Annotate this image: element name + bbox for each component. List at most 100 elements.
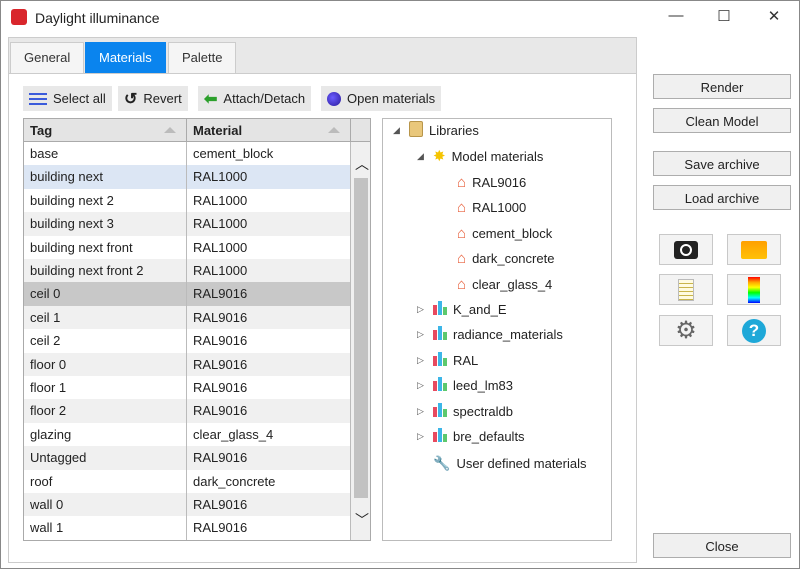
tree-item-material[interactable]: ⌂ RAL9016	[441, 172, 526, 192]
report-button[interactable]	[659, 274, 713, 305]
table-row[interactable]: wall 1 RAL9016	[24, 516, 351, 540]
table-row[interactable]: building next front 2 RAL1000	[24, 259, 351, 283]
window-title: Daylight illuminance	[35, 10, 160, 26]
table-row[interactable]: floor 2 RAL9016	[24, 399, 351, 423]
tree-item-library[interactable]: ▷ spectraldb	[417, 401, 513, 421]
camera-button[interactable]	[659, 234, 713, 265]
chevron-up-icon[interactable]: ︿	[355, 154, 369, 174]
library-tree: ◢ Libraries ◢ ✸ Model materials ⌂ RAL9016 ⌂ RAL1…	[382, 118, 612, 541]
material-icon: ⌂	[457, 199, 467, 216]
table-row[interactable]: floor 0 RAL9016	[24, 352, 351, 376]
color-scale-icon	[748, 276, 760, 303]
tree-item-model-materials[interactable]: ◢ ✸ Model materials	[417, 146, 543, 166]
tree-item-label: Model materials	[451, 148, 544, 164]
revert-label: Revert	[143, 91, 182, 106]
tag-cell: Untagged	[24, 446, 187, 470]
table-row[interactable]: ceil 0 RAL9016	[24, 282, 351, 306]
material-cell: RAL1000	[187, 212, 351, 236]
column-header-tag[interactable]: Tag	[24, 119, 187, 142]
chevron-down-icon[interactable]: ﹀	[355, 510, 369, 530]
table-row[interactable]: floor 1 RAL9016	[24, 376, 351, 400]
attach-detach-button[interactable]: ⬅ Attach/Detach	[198, 86, 312, 111]
expand-icon[interactable]: ▷	[417, 355, 427, 366]
revert-button[interactable]: ↺ Revert	[118, 86, 188, 111]
document-icon	[678, 278, 694, 301]
material-cell: RAL9016	[187, 446, 351, 470]
table-row[interactable]: wall 0 RAL9016	[24, 493, 351, 517]
tree-item-label: bre_defaults	[453, 429, 525, 444]
library-icon	[433, 428, 447, 445]
select-all-button[interactable]: Select all	[23, 86, 112, 111]
tree-item-libraries[interactable]: ◢ Libraries	[393, 120, 479, 140]
expand-icon[interactable]: ▷	[417, 431, 427, 442]
tab-general[interactable]: General	[10, 42, 85, 73]
tree-item-library[interactable]: ▷ radiance_materials	[417, 325, 563, 345]
folder-icon	[741, 240, 767, 259]
minimize-button[interactable]: —	[664, 7, 688, 27]
vertical-scrollbar[interactable]: ︿ ﹀	[351, 142, 370, 540]
header-corner	[351, 119, 370, 142]
save-archive-button[interactable]: Save archive	[653, 151, 791, 176]
table-row[interactable]: glazing clear_glass_4	[24, 422, 351, 447]
close-window-button[interactable]: ✕	[762, 7, 786, 27]
column-header-material[interactable]: Material	[187, 119, 351, 142]
table-row[interactable]: building next 3 RAL1000	[24, 212, 351, 236]
tab-palette[interactable]: Palette	[168, 42, 237, 73]
tree-item-label: spectraldb	[453, 403, 513, 419]
table-row[interactable]: ceil 1 RAL9016	[24, 305, 351, 330]
table-row[interactable]: base cement_block	[24, 142, 351, 166]
help-icon: ?	[742, 318, 766, 343]
collapse-icon[interactable]: ◢	[393, 125, 403, 136]
tag-cell: floor 0	[24, 352, 187, 376]
tree-item-material[interactable]: ⌂ dark_concrete	[441, 249, 554, 269]
tree-item-library[interactable]: ▷ bre_defaults	[417, 427, 525, 447]
expand-icon[interactable]: ▷	[417, 329, 427, 340]
undo-icon: ↺	[124, 90, 138, 108]
table-row[interactable]: roof dark_concrete	[24, 469, 351, 493]
tree-item-label: cement_block	[472, 225, 553, 241]
load-archive-button[interactable]: Load archive	[653, 185, 791, 210]
material-icon: ⌂	[457, 224, 467, 242]
help-button[interactable]: ?	[727, 315, 781, 346]
tree-item-library[interactable]: ▷ K_and_E	[417, 299, 507, 319]
expand-icon[interactable]: ▷	[417, 304, 427, 315]
material-cell: dark_concrete	[187, 469, 351, 493]
tag-cell: glazing	[24, 422, 187, 447]
close-button[interactable]: Close	[653, 533, 791, 558]
tree-item-library[interactable]: ▷ leed_lm83	[417, 376, 513, 396]
open-folder-button[interactable]	[727, 234, 781, 265]
tag-cell: building next front	[24, 235, 187, 259]
table-row[interactable]: building next 2 RAL1000	[24, 188, 351, 213]
table-row[interactable]: Untagged RAL9016	[24, 446, 351, 470]
expand-icon[interactable]: ▷	[417, 380, 427, 391]
tree-item-label: K_and_E	[453, 301, 507, 317]
arrow-left-icon: ⬅	[204, 90, 218, 108]
tree-item-library[interactable]: ▷ RAL	[417, 350, 478, 370]
collapse-icon[interactable]: ◢	[417, 151, 427, 162]
settings-button[interactable]: ⚙	[659, 315, 713, 346]
maximize-button[interactable]: ☐	[712, 7, 736, 27]
render-button[interactable]: Render	[653, 74, 791, 99]
expand-icon[interactable]: ▷	[417, 406, 427, 417]
tree-item-material[interactable]: ⌂ cement_block	[441, 223, 552, 243]
tree-item-label: RAL1000	[472, 200, 527, 215]
tag-cell: floor 1	[24, 376, 187, 400]
scrollbar-thumb[interactable]	[354, 178, 368, 498]
attach-detach-label: Attach/Detach	[223, 91, 306, 106]
tag-cell: base	[24, 142, 187, 166]
table-row[interactable]: building next RAL1000	[24, 165, 351, 189]
tab-materials[interactable]: Materials	[85, 42, 166, 73]
tag-cell: building next	[24, 165, 187, 189]
open-materials-button[interactable]: Open materials	[321, 86, 442, 111]
tree-item-material[interactable]: ⌂ clear_glass_4	[441, 274, 552, 294]
tag-cell: roof	[24, 469, 187, 493]
tree-item-user-defined[interactable]: 🔧 User defined materials	[417, 453, 587, 473]
table-row[interactable]: building next front RAL1000	[24, 235, 351, 259]
library-icon	[433, 326, 447, 343]
palette-button[interactable]	[727, 274, 781, 305]
clean-model-button[interactable]: Clean Model	[653, 108, 791, 133]
header-label: Material	[193, 123, 243, 138]
table-row[interactable]: ceil 2 RAL9016	[24, 329, 351, 353]
tree-item-material[interactable]: ⌂ RAL1000	[441, 198, 526, 218]
library-icon	[433, 377, 447, 394]
